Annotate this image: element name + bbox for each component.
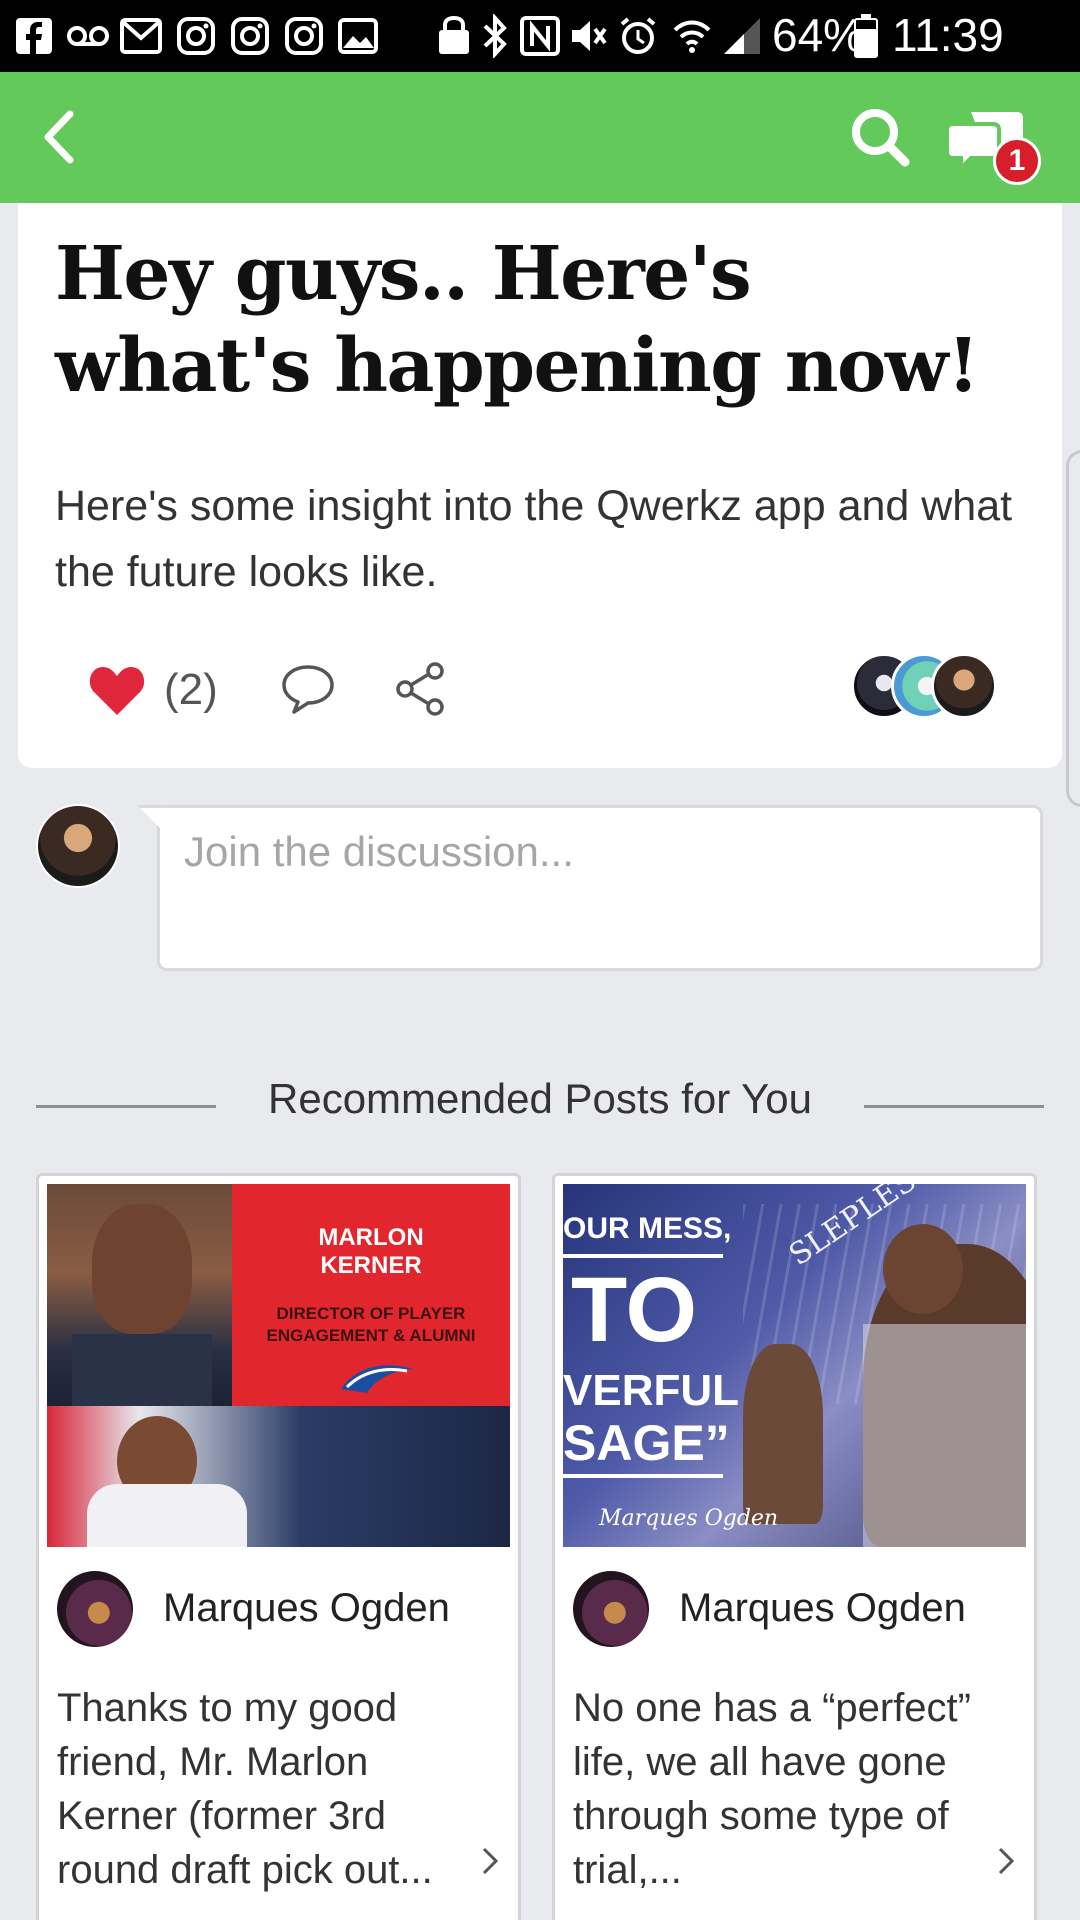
divider bbox=[36, 1105, 216, 1108]
recycle-lock-icon bbox=[436, 14, 472, 58]
instagram-icon bbox=[176, 14, 216, 58]
liker-avatars[interactable] bbox=[836, 653, 1006, 723]
app-bar: 1 bbox=[0, 72, 1080, 203]
image-caption: TO bbox=[571, 1259, 698, 1361]
post-title: Hey guys.. Here's what's happening now! bbox=[55, 231, 980, 409]
image-caption: SAGE” bbox=[563, 1415, 730, 1471]
notification-badge: 1 bbox=[993, 137, 1041, 185]
post-thumbnail: OUR MESS, TO VERFUL SAGE” SLEPLESS NIGHT… bbox=[563, 1184, 1026, 1547]
facebook-icon bbox=[14, 14, 54, 58]
battery-icon bbox=[854, 14, 878, 58]
chevron-right-icon[interactable] bbox=[990, 1841, 1020, 1881]
mute-icon bbox=[568, 14, 608, 58]
image-caption: MARLON bbox=[318, 1224, 424, 1251]
image-caption: ENGAGEMENT & ALUMNI bbox=[266, 1326, 476, 1345]
search-button[interactable] bbox=[845, 102, 915, 172]
post-description: Here's some insight into the Qwerkz app … bbox=[55, 482, 1013, 596]
post-thumbnail: MARLON KERNER DIRECTOR OF PLAYER ENGAGEM… bbox=[47, 1184, 510, 1547]
post-card: Hey guys.. Here's what's happening now! … bbox=[18, 203, 1062, 768]
image-signature: Marques Ogden bbox=[599, 1506, 779, 1531]
avatar bbox=[931, 653, 997, 719]
divider bbox=[864, 1105, 1044, 1108]
instagram-icon bbox=[230, 14, 270, 58]
alarm-icon bbox=[618, 14, 658, 58]
author-name[interactable]: Marques Ogden bbox=[163, 1586, 450, 1631]
bills-logo-icon bbox=[337, 1359, 417, 1404]
back-arrow-icon bbox=[44, 110, 74, 164]
avatar bbox=[36, 804, 120, 888]
comment-box[interactable] bbox=[157, 805, 1043, 971]
wifi-icon bbox=[672, 14, 712, 58]
bluetooth-icon bbox=[480, 14, 510, 58]
avatar bbox=[573, 1571, 649, 1647]
nfc-icon bbox=[520, 14, 560, 58]
recommended-post-card[interactable]: MARLON KERNER DIRECTOR OF PLAYER ENGAGEM… bbox=[36, 1173, 521, 1920]
battery-percent: 64% bbox=[772, 9, 865, 61]
chevron-right-icon[interactable] bbox=[474, 1841, 504, 1881]
comment-input[interactable] bbox=[184, 828, 1014, 876]
mail-icon bbox=[120, 14, 162, 58]
author-name[interactable]: Marques Ogden bbox=[679, 1586, 966, 1631]
instagram-icon bbox=[284, 14, 324, 58]
share-icon[interactable] bbox=[393, 661, 449, 717]
post-excerpt: Thanks to my good friend, Mr. Marlon Ker… bbox=[57, 1686, 433, 1892]
search-icon bbox=[852, 109, 910, 167]
signal-icon bbox=[722, 14, 762, 58]
post-excerpt: No one has a “perfect” life, we all have… bbox=[573, 1686, 971, 1892]
voicemail-icon bbox=[66, 14, 110, 58]
recommended-heading: Recommended Posts for You bbox=[268, 1075, 812, 1122]
image-caption: OUR MESS, bbox=[563, 1212, 732, 1245]
avatar bbox=[57, 1571, 133, 1647]
side-drawer-handle[interactable] bbox=[1066, 450, 1080, 807]
recommended-post-card[interactable]: OUR MESS, TO VERFUL SAGE” SLEPLESS NIGHT… bbox=[552, 1173, 1037, 1920]
gallery-icon bbox=[338, 14, 378, 58]
image-caption: KERNER bbox=[320, 1252, 422, 1279]
status-bar: 64% 11:39 AM bbox=[0, 0, 1080, 115]
like-count[interactable]: (2) bbox=[164, 665, 218, 715]
image-caption: VERFUL bbox=[563, 1366, 739, 1415]
like-heart-icon[interactable] bbox=[88, 663, 146, 717]
post-actions: (2) bbox=[18, 643, 1062, 733]
image-caption: DIRECTOR OF PLAYER bbox=[276, 1304, 466, 1323]
back-button[interactable] bbox=[30, 102, 100, 172]
comment-icon[interactable] bbox=[280, 663, 336, 715]
